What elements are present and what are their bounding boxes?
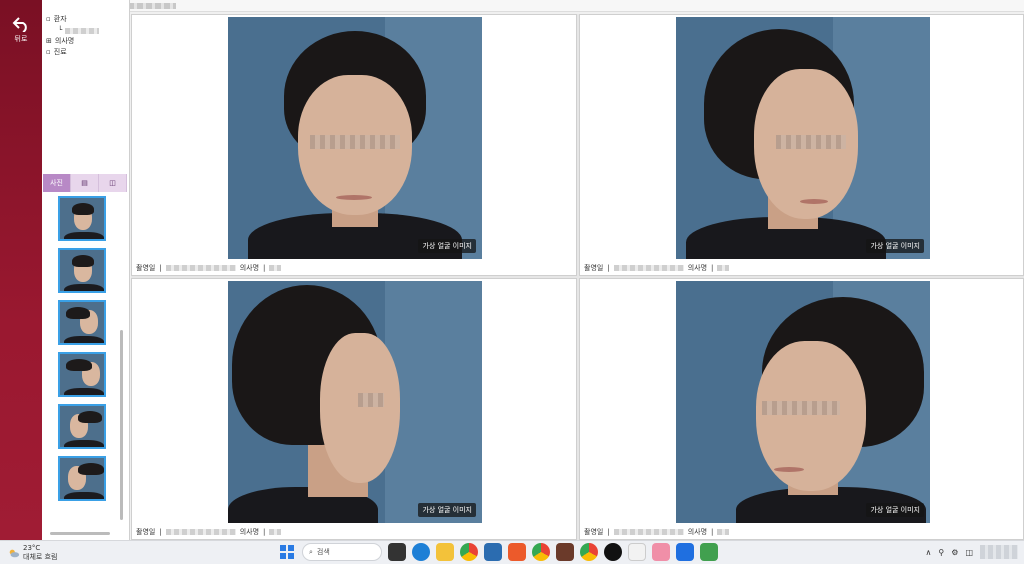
redacted-text: [165, 529, 236, 535]
tree-item-patient-child[interactable]: └: [46, 25, 100, 36]
thumbnail-front-2[interactable]: [58, 248, 106, 293]
tab-list[interactable]: ▤: [71, 174, 99, 192]
weather-widget[interactable]: 23°C 대체로 흐림: [8, 544, 57, 562]
photo-caption: 가상 얼굴 이미지: [418, 503, 476, 517]
app-icon-color-wheel[interactable]: [628, 543, 646, 561]
taskbar-apps: ⌕ 검색: [278, 543, 718, 561]
system-tray: ∧ ⚲ ⚙ ◫: [926, 545, 1018, 559]
redacted-text: [613, 529, 684, 535]
photo-right-oblique: 가상 얼굴 이미지: [676, 17, 930, 259]
settings-icon[interactable]: ⚙: [951, 548, 958, 557]
chrome-icon-3[interactable]: [580, 543, 598, 561]
app-icon-blue[interactable]: [484, 543, 502, 561]
network-icon[interactable]: ⚲: [938, 548, 944, 557]
photo-right-profile: 가상 얼굴 이미지: [228, 281, 482, 523]
photo-cell-right-profile[interactable]: 가상 얼굴 이미지 촬영일 | 의사명 |: [131, 278, 577, 540]
tree-branch-icon: └: [58, 26, 63, 34]
photo-left-oblique: 가상 얼굴 이미지: [676, 281, 930, 523]
redacted-text: [165, 265, 236, 271]
chrome-icon-2[interactable]: [532, 543, 550, 561]
app-icon-dark[interactable]: [604, 543, 622, 561]
photo-cell-left-oblique[interactable]: 가상 얼굴 이미지 촬영일 | 의사명 |: [579, 278, 1024, 540]
photo-cell-right-oblique[interactable]: 가상 얼굴 이미지 촬영일 | 의사명 |: [579, 14, 1024, 276]
redacted-text: [269, 529, 282, 535]
photo-cell-front[interactable]: 가상 얼굴 이미지 촬영일 | 의사명 |: [131, 14, 577, 276]
thumbnail-left-profile[interactable]: [58, 456, 106, 501]
taskbar: 23°C 대체로 흐림 ⌕ 검색 ∧ ⚲ ⚙ ◫: [0, 540, 1024, 564]
left-rail: 뒤로: [0, 0, 42, 540]
patient-tree: ▫ 환자 └ ⊞ 의사명 ▫ 진료: [46, 14, 100, 58]
search-icon: ⌕: [309, 547, 313, 556]
edge-browser-icon[interactable]: [412, 543, 430, 561]
thumbnail-left-side[interactable]: [58, 404, 106, 449]
photo-info-bar: 촬영일 | 의사명 |: [584, 263, 730, 273]
photo-caption: 가상 얼굴 이미지: [866, 239, 924, 253]
app-window: 뒤로 ■ ▫환자 └ ⊞의사명 ▫진료 사진 ▤ ◫: [0, 0, 1024, 564]
clock-redacted: [980, 545, 1018, 559]
taskbar-search[interactable]: ⌕ 검색: [302, 543, 382, 561]
thumbnail-front-1[interactable]: [58, 196, 106, 241]
windows-start-icon[interactable]: [278, 543, 296, 561]
weather-cloud-icon: [9, 549, 20, 558]
app-icon-chat[interactable]: [676, 543, 694, 561]
photo-caption: 가상 얼굴 이미지: [418, 239, 476, 253]
redacted-text: [717, 529, 730, 535]
app-icon-green[interactable]: [700, 543, 718, 561]
redacted-text: [717, 265, 730, 271]
tree-item-doctor[interactable]: ⊞ 의사명: [46, 36, 99, 47]
redacted-text: [269, 265, 282, 271]
tab-photos[interactable]: 사진: [43, 174, 71, 192]
thumbnail-right-side[interactable]: [58, 352, 106, 397]
tab-compare[interactable]: ◫: [99, 174, 127, 192]
back-button[interactable]: 뒤로: [6, 16, 36, 44]
notification-icon[interactable]: ◫: [965, 548, 973, 557]
photo-info-bar: 촬영일 | 의사명 |: [136, 263, 282, 273]
app-icon-orange[interactable]: [508, 543, 526, 561]
thumbnail-scrollbar[interactable]: [120, 330, 123, 520]
app-icon-pink[interactable]: [652, 543, 670, 561]
tree-item-patient[interactable]: ▫ 환자: [46, 14, 99, 25]
back-label: 뒤로: [14, 35, 28, 43]
photo-viewer-grid: 가상 얼굴 이미지 촬영일 | 의사명 | 가상 얼굴 이미지 촬영일 | 의사…: [131, 14, 1024, 540]
chrome-icon[interactable]: [460, 543, 478, 561]
panel-tabs: 사진 ▤ ◫: [43, 174, 127, 192]
back-arrow-icon: [12, 17, 27, 32]
tree-node-icon: ▫: [46, 48, 51, 56]
redacted-text: [65, 27, 100, 34]
file-explorer-icon[interactable]: [436, 543, 454, 561]
panel-horizontal-scrollbar[interactable]: [50, 532, 110, 535]
tree-node-icon: ▫: [46, 15, 51, 23]
title-strip: ■: [42, 0, 1024, 12]
app-icon-brown[interactable]: [556, 543, 574, 561]
photo-info-bar: 촬영일 | 의사명 |: [584, 527, 730, 537]
tree-node-icon: ⊞: [46, 37, 52, 45]
photo-front: 가상 얼굴 이미지: [228, 17, 482, 259]
thumbnail-list: [58, 196, 106, 508]
redacted-text: [613, 265, 684, 271]
app-icon-film[interactable]: [388, 543, 406, 561]
photo-caption: 가상 얼굴 이미지: [866, 503, 924, 517]
thumbnail-right-profile[interactable]: [58, 300, 106, 345]
tree-item-visit[interactable]: ▫ 진료: [46, 47, 99, 58]
photo-info-bar: 촬영일 | 의사명 |: [136, 527, 282, 537]
chevron-up-icon[interactable]: ∧: [926, 548, 932, 557]
